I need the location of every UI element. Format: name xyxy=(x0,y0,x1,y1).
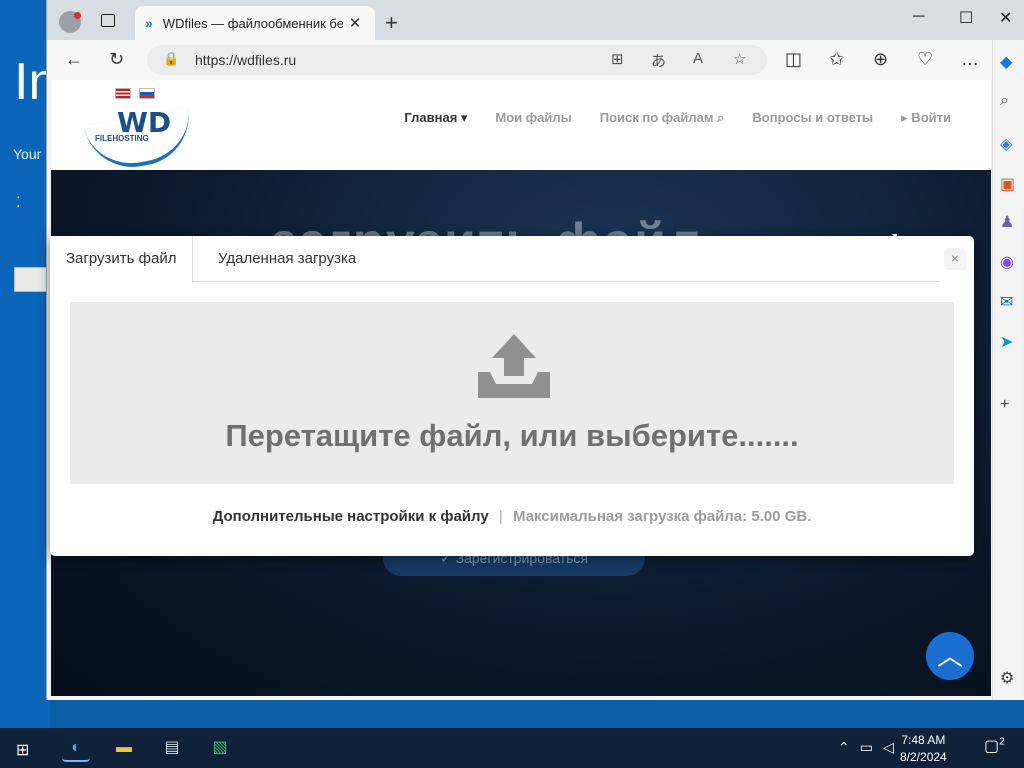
site-header: WD FILEHOSTING Главная ▾ Мои файлы Поиск… xyxy=(51,80,991,175)
minimize-icon[interactable]: ─ xyxy=(913,8,924,26)
server-manager-icon[interactable]: ▤ xyxy=(158,734,186,762)
clock-time: 7:48 AM xyxy=(901,733,946,747)
title-bar: » WDfiles — файлообменник бес ✕ + ─ ☐ ✕ xyxy=(47,0,1024,40)
english-flag-icon[interactable] xyxy=(115,88,131,99)
copilot-icon[interactable]: ◆ xyxy=(1000,52,1012,72)
language-flags xyxy=(115,88,155,99)
browser-tab[interactable]: » WDfiles — файлообменник бес ✕ xyxy=(135,6,375,40)
favorites-icon[interactable]: ✩ xyxy=(829,49,844,70)
shopping-icon[interactable]: ◈ xyxy=(1000,134,1012,154)
footer-separator: | xyxy=(498,508,503,525)
nav-search-files[interactable]: Поиск по файлам ⌕ xyxy=(600,110,725,126)
tab-remote-upload[interactable]: Удаленная загрузка xyxy=(202,236,372,282)
windows-taskbar: ⊞ ◐ ▬ ▤ ▧ ⌃ ▭ ◁ 7:48 AM 8/2/2024 ▢2 xyxy=(0,728,1024,768)
new-tab-button[interactable]: + xyxy=(385,10,398,36)
notifications-icon[interactable]: ▢2 xyxy=(984,736,1005,756)
nav-faq[interactable]: Вопросы и ответы xyxy=(752,110,873,126)
volume-muted-icon[interactable]: ◁ xyxy=(883,739,894,756)
address-bar[interactable]: 🔒 https://wdfiles.ru ⊞ あ A ☆ xyxy=(147,45,767,75)
tools-icon[interactable]: ▣ xyxy=(1000,174,1015,194)
tab-actions-icon[interactable] xyxy=(101,14,115,27)
loading-dots: ⁚ xyxy=(16,194,21,210)
microsoft365-icon[interactable]: ◉ xyxy=(1000,252,1014,272)
tray-chevron-icon[interactable]: ⌃ xyxy=(838,739,850,756)
tab-title: WDfiles — файлообменник бес xyxy=(162,15,343,31)
file-dropzone[interactable]: Перетащите файл, или выберите....... xyxy=(70,302,954,484)
outlook-icon[interactable]: ✉ xyxy=(1000,292,1013,312)
more-menu-icon[interactable]: … xyxy=(961,49,979,70)
upload-modal: Загрузить файл Удаленная загрузка × Пере… xyxy=(50,236,974,556)
telegram-icon[interactable]: ➤ xyxy=(1000,332,1013,352)
nav-home[interactable]: Главная ▾ xyxy=(404,110,467,126)
modal-tabs: Загрузить файл Удаленная загрузка xyxy=(50,236,940,283)
russian-flag-icon[interactable] xyxy=(139,88,155,99)
file-explorer-icon[interactable]: ▬ xyxy=(110,734,138,762)
taskbar-clock[interactable]: 7:48 AM 8/2/2024 xyxy=(900,732,947,766)
logo-subtext: FILEHOSTING xyxy=(95,134,149,143)
search-icon[interactable]: ⌕ xyxy=(1000,92,1009,110)
advanced-settings-link[interactable]: Дополнительные настройки к файлу xyxy=(213,508,489,525)
browser-essentials-icon[interactable]: ♡ xyxy=(917,49,933,70)
modal-footer: Дополнительные настройки к файлу | Макси… xyxy=(50,508,974,525)
system-tray: ⌃ ▭ ◁ xyxy=(838,739,894,756)
site-logo[interactable]: WD FILEHOSTING xyxy=(83,104,197,175)
favorite-star-icon[interactable]: ☆ xyxy=(733,50,746,68)
clock-date: 8/2/2024 xyxy=(900,750,947,764)
back-icon[interactable]: ← xyxy=(65,49,83,70)
games-icon[interactable]: ♟ xyxy=(1000,212,1014,232)
close-window-icon[interactable]: ✕ xyxy=(999,8,1012,28)
nav-my-files[interactable]: Мои файлы xyxy=(495,110,571,126)
collections-icon[interactable]: ⊕ xyxy=(873,49,888,70)
edge-sidebar: ◆ ⌕ ◈ ▣ ♟ ◉ ✉ ➤ + ⚙ xyxy=(992,40,1024,700)
modal-close-button[interactable]: × xyxy=(944,248,966,270)
maximize-icon[interactable]: ☐ xyxy=(959,8,973,28)
edge-taskbar-icon[interactable]: ◐ xyxy=(62,734,90,762)
windows-start-icon[interactable]: ⊞ xyxy=(16,740,29,760)
settings-gear-icon[interactable]: ⚙ xyxy=(1000,668,1014,688)
translate-icon[interactable]: あ xyxy=(651,50,666,71)
max-upload-size: Максимальная загрузка файла: 5.00 GB. xyxy=(512,508,812,525)
browser-toolbar: ← ↻ 🔒 https://wdfiles.ru ⊞ あ A ☆ ◫ ✩ ⊕ ♡… xyxy=(47,40,1024,80)
lock-icon[interactable]: 🔒 xyxy=(163,51,179,67)
close-tab-icon[interactable]: ✕ xyxy=(349,14,362,32)
profile-badge xyxy=(74,12,81,19)
site-favicon-icon: » xyxy=(145,15,153,31)
network-icon[interactable]: ▭ xyxy=(860,739,873,756)
background-app-window: In Your ⁚ xyxy=(0,0,57,728)
add-icon[interactable]: + xyxy=(1000,396,1009,414)
scroll-to-top-button[interactable]: ︿ xyxy=(926,632,974,680)
taskbar-app-icon[interactable]: ▧ xyxy=(206,734,234,762)
read-aloud-icon[interactable]: A xyxy=(693,50,703,67)
background-button[interactable] xyxy=(14,267,48,292)
notification-count: 2 xyxy=(999,736,1005,748)
app-available-icon[interactable]: ⊞ xyxy=(611,50,624,68)
split-screen-icon[interactable]: ◫ xyxy=(785,49,802,70)
refresh-icon[interactable]: ↻ xyxy=(109,49,124,70)
nav-login[interactable]: ▸ Войти xyxy=(901,110,951,126)
dropzone-text: Перетащите файл, или выберите....... xyxy=(225,418,799,453)
main-nav: Главная ▾ Мои файлы Поиск по файлам ⌕ Во… xyxy=(404,110,951,126)
tab-upload-file[interactable]: Загрузить файл xyxy=(50,236,194,283)
url-text[interactable]: https://wdfiles.ru xyxy=(195,52,296,68)
mouse-cursor-icon: ➚ xyxy=(886,230,900,247)
background-text: Your xyxy=(13,146,42,162)
upload-icon xyxy=(478,334,550,398)
